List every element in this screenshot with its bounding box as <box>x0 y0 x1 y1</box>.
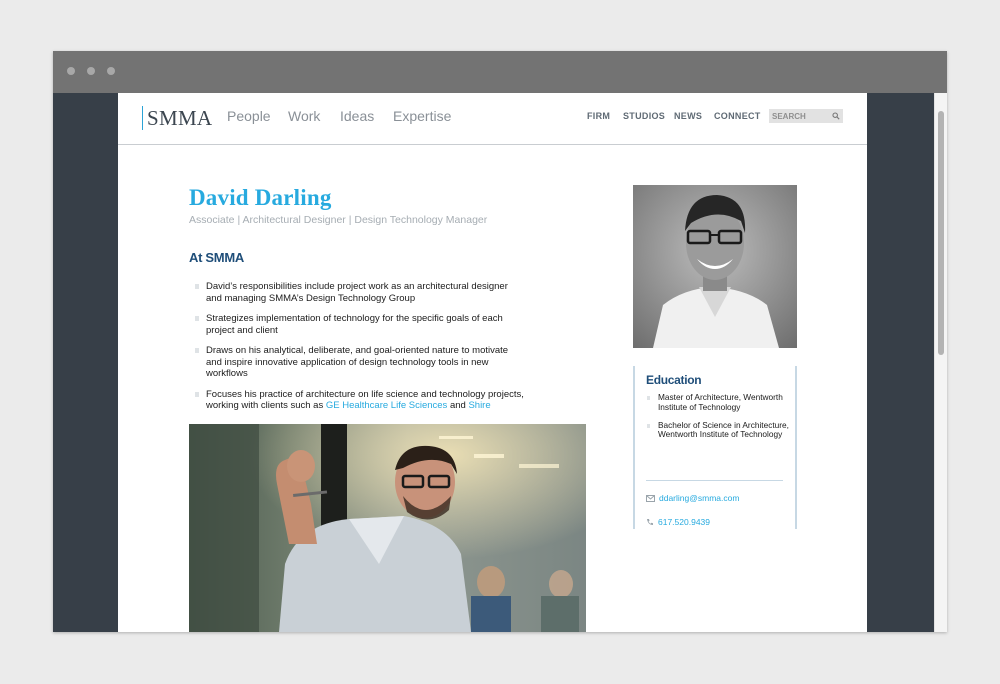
list-item: David’s responsibilities include project… <box>195 281 525 304</box>
nav-people[interactable]: People <box>227 108 271 124</box>
info-sidebar: Education Master of Architecture, Wentwo… <box>633 366 797 529</box>
email-link[interactable]: ddarling@smma.com <box>659 493 739 503</box>
bullet-marker <box>647 396 650 400</box>
site-header: SMMA People Work Ideas Expertise FIRM ST… <box>118 93 867 145</box>
scrollbar-thumb[interactable] <box>938 111 944 355</box>
phone-link[interactable]: 617.520.9439 <box>658 517 710 527</box>
list-item-text: Strategizes implementation of technology… <box>206 313 503 336</box>
nav-connect[interactable]: CONNECT <box>714 111 761 121</box>
ge-healthcare-link[interactable]: GE Healthcare Life Sciences <box>326 400 447 411</box>
divider <box>646 480 783 481</box>
nav-expertise[interactable]: Expertise <box>393 108 451 124</box>
list-item: Strategizes implementation of technology… <box>195 313 525 336</box>
site-logo[interactable]: SMMA <box>142 106 212 130</box>
nav-news[interactable]: NEWS <box>674 111 702 121</box>
person-name: David Darling <box>189 185 332 210</box>
section-heading: At SMMA <box>189 250 244 265</box>
window-titlebar <box>53 51 947 93</box>
bullet-marker <box>195 348 199 353</box>
list-item-text: and <box>447 400 469 411</box>
list-item-text: Master of Architecture, Wentworth Instit… <box>658 392 783 412</box>
browser-window: SMMA People Work Ideas Expertise FIRM ST… <box>53 51 947 632</box>
scrollbar[interactable] <box>934 93 947 632</box>
education-heading: Education <box>646 373 702 387</box>
list-item: Focuses his practice of architecture on … <box>195 389 525 412</box>
shire-link[interactable]: Shire <box>468 400 490 411</box>
nav-studios[interactable]: STUDIOS <box>623 111 665 121</box>
bullet-marker <box>195 391 199 397</box>
window-maximize-dot[interactable] <box>107 67 115 75</box>
phone-link-row[interactable]: 617.520.9439 <box>646 517 710 527</box>
person-title: Associate | Architectural Designer | Des… <box>189 214 488 226</box>
nav-ideas[interactable]: Ideas <box>340 108 374 124</box>
phone-icon <box>647 519 653 525</box>
bullet-marker <box>195 284 199 289</box>
list-item-text: Draws on his analytical, deliberate, and… <box>206 345 509 379</box>
bullet-marker <box>195 316 199 321</box>
web-page: SMMA People Work Ideas Expertise FIRM ST… <box>118 93 867 632</box>
nav-firm[interactable]: FIRM <box>587 111 610 121</box>
portrait-photo <box>633 185 797 348</box>
envelope-icon <box>646 495 655 502</box>
window-minimize-dot[interactable] <box>87 67 95 75</box>
presentation-photo <box>189 424 586 632</box>
list-item: Master of Architecture, Wentworth Instit… <box>647 392 789 413</box>
search-box[interactable] <box>769 109 843 123</box>
responsibilities-list: David’s responsibilities include project… <box>195 281 525 421</box>
list-item-text: Bachelor of Science in Architecture, Wen… <box>658 419 789 440</box>
window-close-dot[interactable] <box>67 67 75 75</box>
nav-work[interactable]: Work <box>288 108 320 124</box>
email-link-row[interactable]: ddarling@smma.com <box>646 493 739 503</box>
search-icon[interactable] <box>832 112 840 120</box>
education-list: Master of Architecture, Wentworth Instit… <box>647 392 789 448</box>
list-item: Draws on his analytical, deliberate, and… <box>195 345 525 380</box>
search-input[interactable] <box>769 109 827 123</box>
bullet-marker <box>647 423 650 428</box>
list-item: Bachelor of Science in Architecture, Wen… <box>647 419 789 441</box>
list-item-text: David’s responsibilities include project… <box>206 281 508 304</box>
